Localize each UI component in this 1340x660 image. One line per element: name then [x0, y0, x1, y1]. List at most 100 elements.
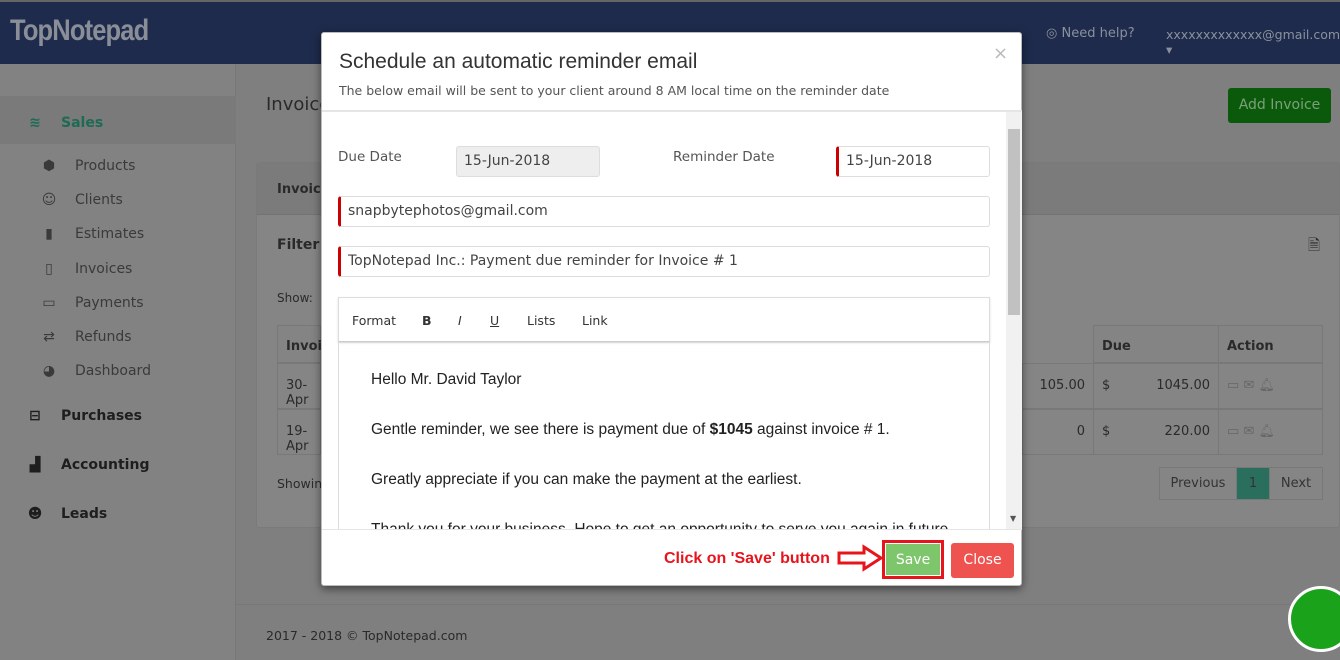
payment-icon[interactable]: ▭ — [1227, 424, 1239, 439]
row2-due: $220.00 — [1093, 409, 1219, 455]
row2-date: 19-Apr — [277, 409, 321, 455]
file-outline-icon: ▯ — [45, 261, 53, 277]
due-amount: 220.00 — [1164, 424, 1211, 439]
user-menu[interactable]: xxxxxxxxxxxxx@gmail.com ▾ — [1166, 27, 1340, 57]
to-email-field[interactable]: snapbytephotos@gmail.com — [338, 196, 990, 227]
modal-subtitle: The below email will be sent to your cli… — [339, 83, 890, 98]
reminder-date-label: Reminder Date — [673, 149, 775, 165]
label: Estimates — [75, 226, 145, 242]
sidebar-item-invoices[interactable]: ▯ Invoices — [45, 261, 133, 277]
email-icon[interactable]: ✉ — [1243, 424, 1254, 439]
close-icon[interactable]: × — [993, 43, 1008, 64]
due-date-field: 15-Jun-2018 — [456, 146, 600, 177]
label: Accounting — [61, 457, 150, 473]
label: Dashboard — [75, 363, 151, 379]
pagination-previous[interactable]: Previous — [1159, 467, 1237, 500]
bell-icon[interactable]: 🔔︎ — [1258, 424, 1275, 439]
editor-toolbar: Format B I U Lists Link — [338, 297, 990, 342]
label: Invoices — [75, 261, 133, 277]
row1-date: 30-Apr — [277, 363, 321, 409]
reminder-modal: Schedule an automatic reminder email The… — [321, 32, 1022, 586]
lists-button[interactable]: Lists — [527, 313, 555, 328]
text: against invoice # 1. — [752, 421, 890, 438]
exchange-icon: ⇄ — [43, 329, 55, 345]
sidebar-item-accounting[interactable]: ▟ Accounting — [30, 457, 150, 473]
row1-due: $1045.00 — [1093, 363, 1219, 409]
file-icon: ▮ — [45, 226, 53, 242]
minus-square-icon: ⊟ — [29, 408, 41, 424]
email-body-editor[interactable]: Hello Mr. David Taylor Gentle reminder, … — [338, 342, 990, 529]
user-email: xxxxxxxxxxxxx@gmail.com — [1166, 27, 1340, 42]
label: Payments — [75, 295, 144, 311]
cubes-icon: ⬢ — [42, 158, 56, 174]
dashboard-icon: ◕ — [42, 363, 56, 379]
show-label: Show: — [277, 291, 313, 305]
logo[interactable]: TopNotepad — [10, 14, 149, 48]
col-due[interactable]: Due — [1093, 325, 1219, 363]
due-amount: 1045.00 — [1156, 378, 1210, 393]
text: Gentle reminder, we see there is payment… — [371, 421, 710, 438]
bell-icon[interactable]: 🔔︎ — [1258, 378, 1275, 393]
subject-field[interactable]: TopNotepad Inc.: Payment due reminder fo… — [338, 246, 990, 277]
row1-actions: ▭ ✉ 🔔︎ — [1218, 363, 1323, 409]
row2-actions: ▭ ✉ 🔔︎ — [1218, 409, 1323, 455]
pagination-next[interactable]: Next — [1269, 467, 1323, 500]
credit-card-icon: ▭ — [42, 295, 56, 311]
link-button[interactable]: Link — [582, 313, 608, 328]
sidebar: ≋ Sales ⬢ Products ☺ Clients ▮ Estimates ▯ In… — [0, 64, 236, 660]
email-icon[interactable]: ✉ — [1243, 378, 1254, 393]
col-action: Action — [1218, 325, 1323, 363]
modal-title: Schedule an automatic reminder email — [339, 50, 698, 73]
pagination-page-1[interactable]: 1 — [1236, 467, 1270, 500]
help-label: Need help? — [1061, 26, 1135, 41]
sidebar-item-clients[interactable]: ☺ Clients — [42, 192, 123, 208]
sales-label: Sales — [61, 115, 104, 131]
body-line-2: Greatly appreciate if you can make the p… — [371, 471, 802, 488]
greeting: Hello Mr. David Taylor — [371, 371, 522, 388]
due-date-label: Due Date — [338, 149, 402, 165]
sidebar-item-payments[interactable]: ▭ Payments — [42, 295, 144, 311]
label: Refunds — [75, 329, 132, 345]
currency: $ — [1102, 424, 1111, 439]
sidebar-item-leads[interactable]: ☻ Leads — [28, 506, 108, 522]
user-icon: ☺ — [41, 192, 57, 208]
arrow-right-icon — [837, 544, 884, 572]
amount: $1045 — [709, 421, 753, 438]
label: Leads — [61, 506, 108, 522]
layers-icon: ≋ — [29, 115, 41, 131]
save-button[interactable]: Save — [882, 540, 944, 579]
close-button[interactable]: Close — [951, 543, 1014, 578]
users-icon: ☻ — [27, 506, 43, 522]
sidebar-item-products[interactable]: ⬢ Products — [43, 158, 136, 174]
scroll-down-icon[interactable]: ▼ — [1010, 514, 1016, 523]
col-invoice[interactable]: Invoice — [277, 325, 338, 363]
label: Clients — [75, 192, 123, 208]
currency: $ — [1102, 378, 1111, 393]
format-button[interactable]: Format — [352, 313, 396, 328]
payment-icon[interactable]: ▭ — [1227, 378, 1239, 393]
body-line-1: Gentle reminder, we see there is payment… — [371, 421, 890, 439]
scrollbar-thumb[interactable] — [1008, 129, 1020, 315]
row1-paid: 105.00 — [1022, 363, 1094, 409]
excel-export-icon[interactable]: 🗎 — [1308, 235, 1320, 260]
label: Products — [75, 158, 136, 174]
sidebar-item-purchases[interactable]: ⊟ Purchases — [29, 408, 142, 424]
annotation-text: Click on 'Save' button — [664, 550, 830, 567]
sidebar-item-estimates[interactable]: ▮ Estimates — [45, 226, 145, 242]
filter-heading: Filter — [277, 237, 320, 253]
bar-chart-icon: ▟ — [29, 457, 41, 473]
bold-button[interactable]: B — [422, 313, 432, 328]
sidebar-sales[interactable]: ≋ Sales — [29, 115, 104, 131]
lifebuoy-icon: ◎ — [1046, 26, 1058, 41]
need-help-link[interactable]: ◎ Need help? — [1046, 26, 1135, 41]
reminder-date-field[interactable]: 15-Jun-2018 — [836, 146, 990, 177]
sidebar-item-dashboard[interactable]: ◕ Dashboard — [43, 363, 151, 379]
italic-button[interactable]: I — [458, 313, 462, 328]
underline-button[interactable]: U — [490, 313, 499, 328]
modal-body: Due Date 15-Jun-2018 Reminder Date 15-Ju… — [322, 110, 1022, 529]
body-line-3: Thank you for your business. Hope to get… — [371, 521, 953, 529]
add-invoice-button[interactable]: Add Invoice — [1228, 88, 1331, 123]
modal-footer: Click on 'Save' button Save Close — [322, 529, 1022, 586]
row2-paid: 0 — [1022, 409, 1094, 455]
sidebar-item-refunds[interactable]: ⇄ Refunds — [43, 329, 132, 345]
